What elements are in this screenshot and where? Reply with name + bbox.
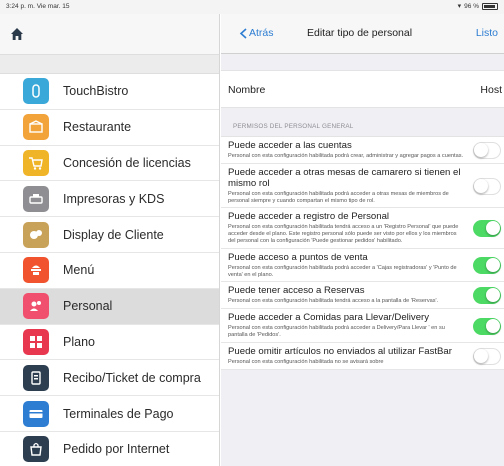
permission-toggle[interactable] <box>473 177 501 195</box>
status-time: 3:24 p. m. Vie mar. 15 <box>6 3 70 10</box>
name-field-value[interactable]: Host <box>480 84 502 96</box>
menu-icon <box>23 257 49 284</box>
back-button[interactable]: Atrás <box>239 27 274 39</box>
sidebar-item-label: TouchBistro <box>63 84 129 99</box>
permission-toggle[interactable] <box>473 347 501 365</box>
permission-row: Puede acceso a puntos de venta Personal c… <box>221 249 504 283</box>
done-button[interactable]: Listo <box>476 27 498 39</box>
payment-terminal-icon <box>23 400 49 427</box>
toggle-knob <box>485 220 500 235</box>
permission-toggle[interactable] <box>473 257 501 275</box>
touchbistro-icon <box>23 78 49 105</box>
sidebar-item-staff[interactable]: Personal <box>0 288 219 325</box>
permission-title: Puede acceder a Comidas para Llevar/Deli… <box>228 312 430 324</box>
sidebar-item-label: Plano <box>63 334 95 349</box>
toggle-knob <box>485 288 500 303</box>
name-field-label: Nombre <box>228 84 266 96</box>
sidebar-item-label: Restaurante <box>63 120 132 135</box>
printer-icon <box>23 185 49 212</box>
sidebar-item-online-order[interactable]: Pedido por Internet <box>0 431 219 466</box>
permission-description: Personal con esta configuración habilita… <box>228 153 464 159</box>
toggle-knob <box>485 258 500 273</box>
permission-title: Puede acceder a otras mesas de camarero … <box>228 166 461 189</box>
permission-title: Puede acceso a puntos de venta <box>228 251 368 263</box>
battery-indicator: ▾ 96 % <box>458 2 498 10</box>
sidebar-item-label: Terminales de Pago <box>63 406 174 421</box>
detail-pane: Atrás Editar tipo de personal Listo Nomb… <box>221 14 504 466</box>
permission-description: Personal con esta configuración habilita… <box>228 264 457 278</box>
toggle-knob <box>474 178 488 193</box>
settings-sidebar: TouchBistro Restaurante Concesión de licen… <box>0 14 220 466</box>
battery-percent: 96 % <box>464 2 479 10</box>
permission-row: Puede acceder a las cuentas Personal con … <box>221 137 504 164</box>
sidebar-item-label: Recibo/Ticket de compra <box>63 370 201 385</box>
permission-description: Personal con esta configuración habilita… <box>228 224 459 244</box>
sidebar-header <box>0 14 219 54</box>
permission-description: Personal con esta configuración habilita… <box>228 190 449 204</box>
home-icon[interactable] <box>10 27 24 41</box>
receipt-icon <box>23 364 49 391</box>
wifi-icon: ▾ <box>457 3 462 10</box>
sidebar-item-label: Menú <box>63 263 95 278</box>
section-header: PERMISOS DEL PERSONAL GENERAL <box>233 123 354 130</box>
permission-title: Puede omitir artículos no enviados al ut… <box>228 345 452 357</box>
cart-icon <box>23 149 49 176</box>
sidebar-spacer <box>0 54 219 74</box>
sidebar-item-customer-display[interactable]: Display de Cliente <box>0 217 219 253</box>
back-button-label: Atrás <box>249 27 274 39</box>
permission-description: Personal con esta configuración habilita… <box>228 358 384 365</box>
permission-row: Puede omitir artículos no enviados al ut… <box>221 343 504 370</box>
status-bar: 3:24 p. m. Vie mar. 15 ▾ 96 % <box>0 0 504 14</box>
chevron-left-icon <box>239 27 247 39</box>
online-order-icon <box>23 436 49 463</box>
permission-toggle[interactable] <box>473 317 501 335</box>
sidebar-item-cart[interactable]: Concesión de licencias <box>0 145 219 182</box>
permission-toggle[interactable] <box>473 219 501 237</box>
permission-row: Puede acceder a Comidas para Llevar/Deli… <box>221 309 504 343</box>
toggle-knob <box>485 318 500 333</box>
sidebar-item-payment-terminal[interactable]: Terminales de Pago <box>0 396 219 432</box>
permission-row: Puede tener acceso a Reservas Personal co… <box>221 282 504 310</box>
permission-description: Personal con esta configuración habilita… <box>228 325 445 338</box>
permission-toggle[interactable] <box>473 287 501 305</box>
sidebar-item-floor-plan[interactable]: Plano <box>0 324 219 361</box>
sidebar-item-label: Concesión de licencias <box>63 155 191 170</box>
sidebar-item-label: Pedido por Internet <box>63 442 170 457</box>
staff-icon <box>23 293 49 320</box>
sidebar-item-menu[interactable]: Menú <box>0 252 219 289</box>
sidebar-item-receipt[interactable]: Recibo/Ticket de compra <box>0 360 219 397</box>
sidebar-item-restaurant[interactable]: Restaurante <box>0 109 219 146</box>
sidebar-item-printer[interactable]: Impresoras y KDS <box>0 181 219 218</box>
restaurant-icon <box>23 114 49 141</box>
battery-icon <box>482 2 498 10</box>
toggle-knob <box>474 348 488 363</box>
floor-plan-icon <box>23 328 49 355</box>
sidebar-menu: TouchBistro Restaurante Concesión de licen… <box>0 74 219 466</box>
toggle-knob <box>474 143 488 157</box>
permission-row: Puede acceder a otras mesas de camarero … <box>221 164 504 209</box>
sidebar-item-label: Personal <box>63 299 113 314</box>
permissions-list: Puede acceder a las cuentas Personal con … <box>221 136 504 370</box>
permission-title: Puede tener acceso a Reservas <box>228 285 365 297</box>
name-field-row[interactable]: Nombre Host <box>221 70 504 108</box>
permission-toggle[interactable] <box>473 142 501 159</box>
sidebar-item-touchbistro[interactable]: TouchBistro <box>0 74 219 110</box>
permission-title: Puede acceder a las cuentas <box>228 140 352 151</box>
permission-title: Puede acceder a registro de Personal <box>228 211 390 223</box>
sidebar-item-label: Impresoras y KDS <box>63 191 165 206</box>
sidebar-item-label: Display de Cliente <box>63 227 164 242</box>
permission-description: Personal con esta configuración habilita… <box>228 298 439 305</box>
permission-row: Puede acceder a registro de Personal Pers… <box>221 208 504 249</box>
nav-bar: Atrás Editar tipo de personal Listo <box>221 14 504 54</box>
customer-display-icon <box>23 221 49 248</box>
page-title: Editar tipo de personal <box>307 27 413 39</box>
